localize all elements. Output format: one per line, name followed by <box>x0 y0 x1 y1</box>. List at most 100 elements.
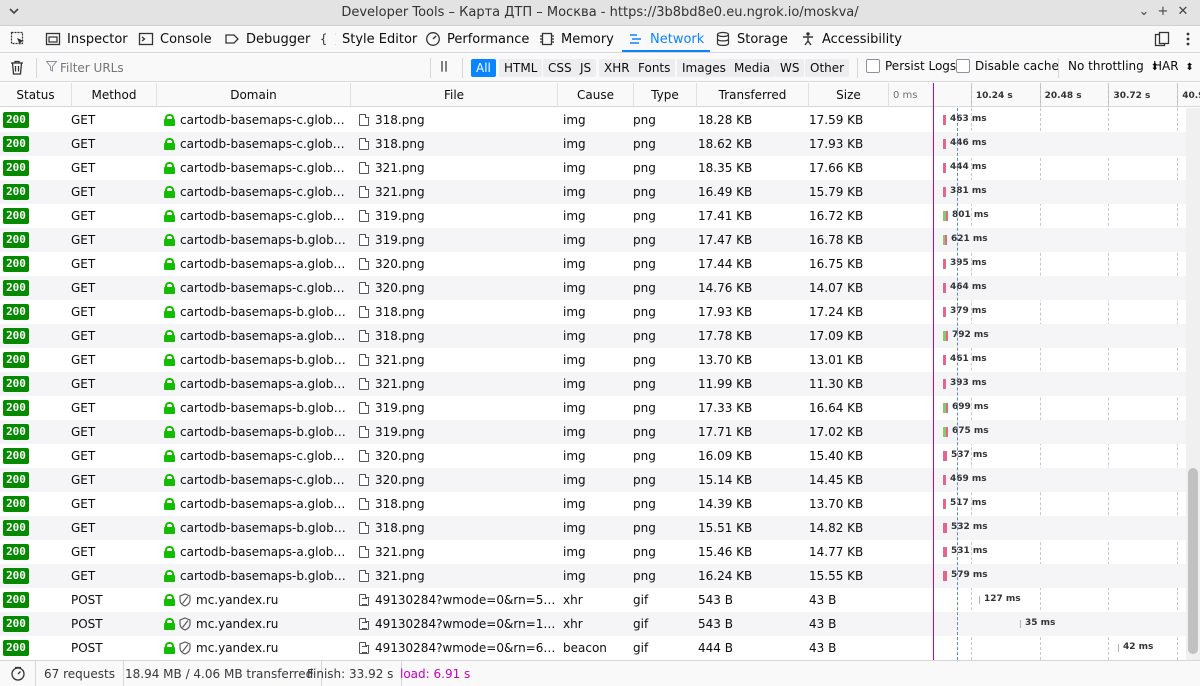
column-header-size[interactable]: Size <box>809 83 889 107</box>
tab-inspector[interactable]: Inspector <box>45 26 128 52</box>
table-row[interactable]: 200 GET cartodb-basemaps-b.global.ssl.fast… <box>0 516 1186 540</box>
requests-scrollbar[interactable] <box>1186 108 1200 660</box>
filter-type-all[interactable]: All <box>471 59 496 77</box>
table-row[interactable]: 200 GET cartodb-basemaps-a.global.ssl.fast… <box>0 540 1186 564</box>
tab-network[interactable]: Network <box>621 26 711 52</box>
cause-cell: img <box>563 449 586 463</box>
debugger-icon <box>224 31 240 47</box>
lock-icon <box>164 450 175 462</box>
waterfall-time-label: 461 ms <box>950 354 987 364</box>
element-picker-button[interactable] <box>10 26 32 52</box>
performance-analysis-button[interactable] <box>0 661 36 686</box>
waterfall-header[interactable]: 0 ms 10.24 s 20.48 s 30.72 s 40.96 s <box>889 83 1200 107</box>
waterfall-bar <box>943 163 946 173</box>
column-header-file[interactable]: File <box>351 83 558 107</box>
column-header-status[interactable]: Status <box>0 83 72 107</box>
filter-type-other[interactable]: Other <box>805 59 850 77</box>
table-row[interactable]: 200 GET cartodb-basemaps-b.global.ssl.fast… <box>0 300 1186 324</box>
method-cell: GET <box>71 233 96 247</box>
table-row[interactable]: 200 GET cartodb-basemaps-b.global.ssl.fast… <box>0 420 1186 444</box>
maximize-icon[interactable]: + <box>1155 4 1171 20</box>
table-row[interactable]: 200 GET cartodb-basemaps-c.global.ssl.fast… <box>0 204 1186 228</box>
table-row[interactable]: 200 POST mc.yandex.ru 49130284?wmode=0&rn=6… <box>0 636 1186 660</box>
table-row[interactable]: 200 GET cartodb-basemaps-c.global.ssl.fast… <box>0 468 1186 492</box>
table-row[interactable]: 200 POST mc.yandex.ru 49130284?wmode=0&rn=5… <box>0 588 1186 612</box>
filter-type-xhr[interactable]: XHR <box>599 59 635 77</box>
file-cell: 321.png <box>375 569 425 583</box>
clear-button[interactable] <box>10 60 24 78</box>
table-row[interactable]: 200 GET cartodb-basemaps-c.global.ssl.fast… <box>0 156 1186 180</box>
tab-console[interactable]: Console <box>138 26 212 52</box>
filter-type-html[interactable]: HTML <box>499 59 543 77</box>
table-row[interactable]: 200 POST mc.yandex.ru 49130284?wmode=0&rn=1… <box>0 612 1186 636</box>
tab-storage[interactable]: Storage <box>715 26 788 52</box>
cause-cell: img <box>563 545 586 559</box>
filter-urls-input[interactable] <box>60 59 420 77</box>
type-cell: png <box>633 257 656 271</box>
transferred-cell: 18.28 KB <box>698 113 753 127</box>
size-cell: 14.07 KB <box>809 281 864 295</box>
type-cell: png <box>633 233 656 247</box>
waterfall-time-label: 463 ms <box>950 114 987 124</box>
file-icon <box>359 498 369 510</box>
filter-type-media[interactable]: Media <box>729 59 776 77</box>
column-header-transferred[interactable]: Transferred <box>697 83 809 107</box>
table-row[interactable]: 200 GET cartodb-basemaps-c.global.ssl.fast… <box>0 444 1186 468</box>
filter-type-ws[interactable]: WS <box>775 59 805 77</box>
method-cell: GET <box>71 569 96 583</box>
minimize-icon[interactable]: ⌄ <box>1136 4 1152 20</box>
lock-icon <box>164 282 175 294</box>
dock-toggle-button[interactable] <box>1154 26 1176 52</box>
filter-type-fonts[interactable]: Fonts <box>633 59 676 77</box>
pause-button[interactable]: || <box>440 59 448 77</box>
tab-style-editor[interactable]: { } Style Editor <box>320 26 417 52</box>
file-cell: 320.png <box>375 473 425 487</box>
domain-cell: cartodb-basemaps-c.global.ssl.fastly.net <box>180 473 351 487</box>
tab-accessibility[interactable]: Accessibility <box>800 26 902 52</box>
table-row[interactable]: 200 GET cartodb-basemaps-b.global.ssl.fast… <box>0 348 1186 372</box>
size-cell: 14.45 KB <box>809 473 864 487</box>
status-badge: 200 <box>3 448 29 464</box>
table-row[interactable]: 200 GET cartodb-basemaps-c.global.ssl.fast… <box>0 108 1186 132</box>
table-row[interactable]: 200 GET cartodb-basemaps-b.global.ssl.fast… <box>0 228 1186 252</box>
column-header-method[interactable]: Method <box>72 83 157 107</box>
table-row[interactable]: 200 GET cartodb-basemaps-b.global.ssl.fast… <box>0 564 1186 588</box>
table-row[interactable]: 200 GET cartodb-basemaps-a.global.ssl.fast… <box>0 252 1186 276</box>
file-icon <box>359 210 369 222</box>
tab-label: Inspector <box>67 31 128 47</box>
table-row[interactable]: 200 GET cartodb-basemaps-a.global.ssl.fast… <box>0 324 1186 348</box>
table-row[interactable]: 200 GET cartodb-basemaps-a.global.ssl.fast… <box>0 492 1186 516</box>
waterfall-time-label: 127 ms <box>984 594 1021 604</box>
transferred-cell: 15.14 KB <box>698 473 753 487</box>
column-header-domain[interactable]: Domain <box>157 83 351 107</box>
size-cell: 13.70 KB <box>809 497 864 511</box>
disable-cache-label: Disable cache <box>975 59 1059 73</box>
table-row[interactable]: 200 GET cartodb-basemaps-b.global.ssl.fast… <box>0 396 1186 420</box>
waterfall-bar <box>1020 620 1021 628</box>
disable-cache-checkbox[interactable]: Disable cache <box>956 59 1059 77</box>
har-menu-button[interactable]: HAR ⬍ <box>1153 59 1194 77</box>
tab-memory[interactable]: Memory <box>539 26 614 52</box>
tab-performance[interactable]: Performance <box>425 26 529 52</box>
more-options-button[interactable] <box>1180 26 1200 52</box>
close-icon[interactable]: ✕ <box>1175 4 1191 20</box>
waterfall-time-label: 464 ms <box>950 282 987 292</box>
filter-type-images[interactable]: Images <box>677 59 731 77</box>
cause-cell: img <box>563 137 586 151</box>
table-row[interactable]: 200 GET cartodb-basemaps-c.global.ssl.fast… <box>0 180 1186 204</box>
domain-cell: cartodb-basemaps-b.global.ssl.fastly.net <box>180 425 351 439</box>
table-row[interactable]: 200 GET cartodb-basemaps-c.global.ssl.fast… <box>0 132 1186 156</box>
scrollbar-thumb[interactable] <box>1188 468 1198 654</box>
persist-logs-checkbox[interactable]: Persist Logs <box>866 59 956 77</box>
table-row[interactable]: 200 GET cartodb-basemaps-a.global.ssl.fast… <box>0 372 1186 396</box>
column-header-cause[interactable]: Cause <box>558 83 634 107</box>
table-row[interactable]: 200 GET cartodb-basemaps-c.global.ssl.fast… <box>0 276 1186 300</box>
throttling-select[interactable]: No throttling ⬍ <box>1068 59 1159 77</box>
tab-debugger[interactable]: Debugger <box>224 26 310 52</box>
method-cell: GET <box>71 137 96 151</box>
filter-type-css[interactable]: CSS <box>543 59 577 77</box>
filter-type-js[interactable]: JS <box>575 59 597 77</box>
column-header-type[interactable]: Type <box>634 83 697 107</box>
size-cell: 43 B <box>809 617 837 631</box>
type-cell: png <box>633 353 656 367</box>
